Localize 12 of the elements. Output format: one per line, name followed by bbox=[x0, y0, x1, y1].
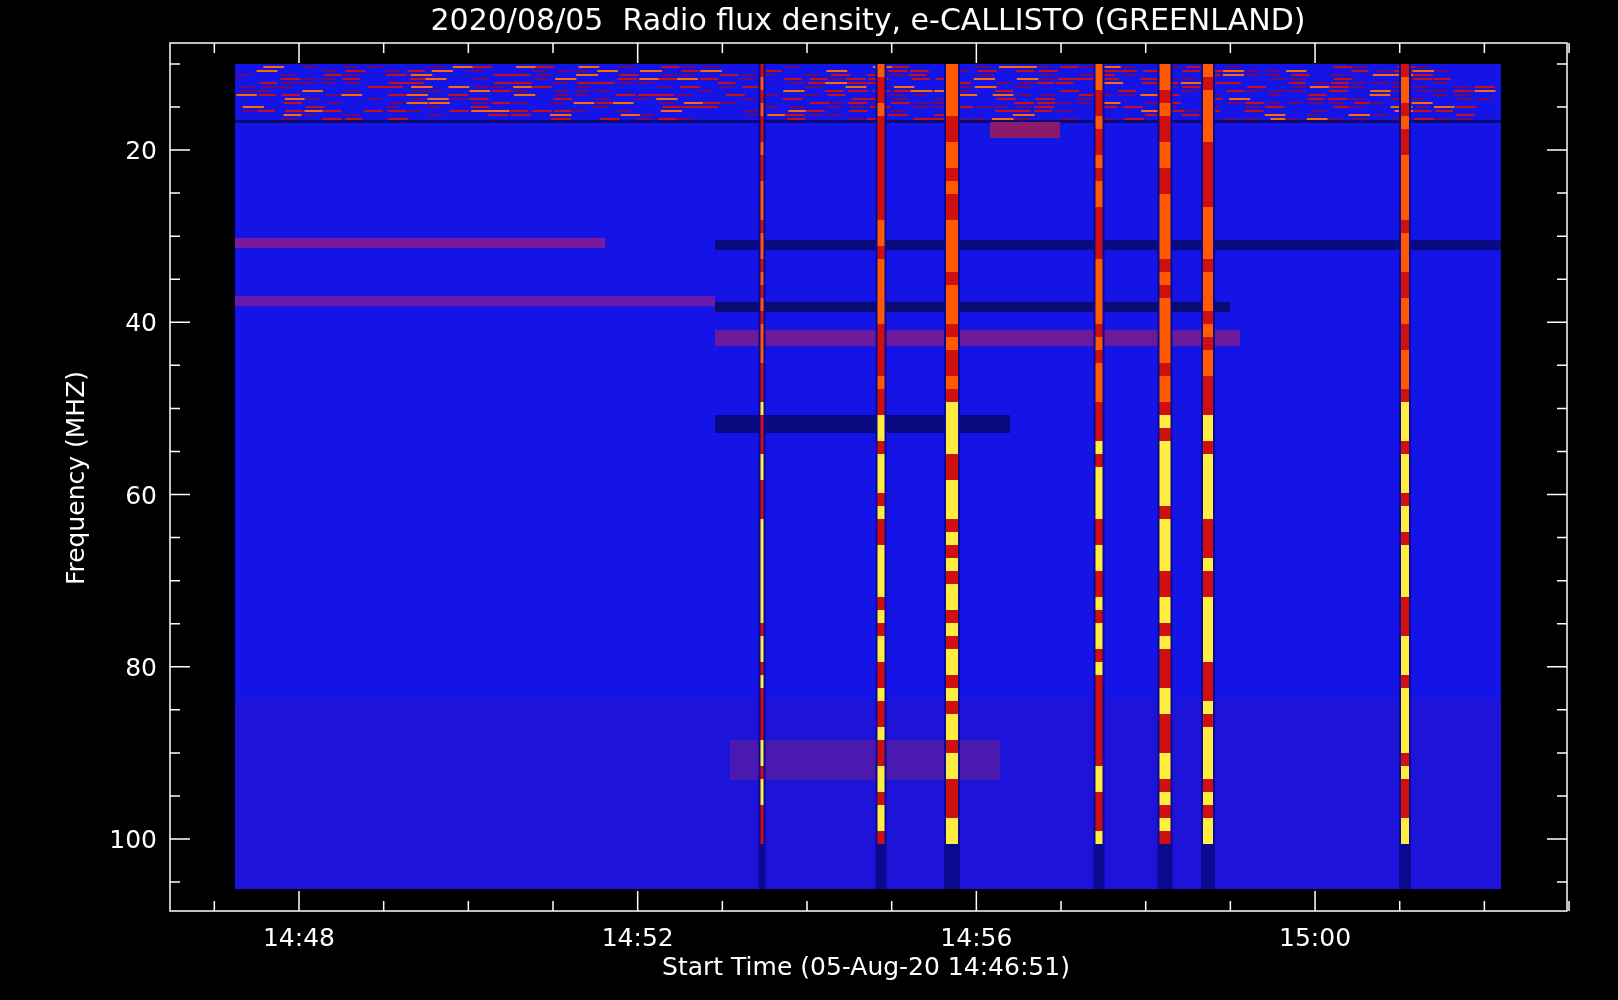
x-tick-label: 14:56 bbox=[940, 923, 1013, 952]
y-tick-label: 80 bbox=[125, 652, 157, 682]
y-tick-label: 20 bbox=[125, 136, 157, 165]
chart-title: 2020/08/05 Radio flux density, e-CALLISTO (GREENLAND) bbox=[430, 2, 1306, 37]
y-tick-label: 40 bbox=[125, 308, 157, 338]
y-tick-label: 100 bbox=[109, 825, 157, 854]
x-tick-label: 14:52 bbox=[601, 923, 674, 952]
y-tick-label: 60 bbox=[125, 480, 157, 510]
x-tick-label: 14:48 bbox=[263, 923, 335, 952]
x-axis-label: Start Time (05-Aug-20 14:46:51) bbox=[662, 952, 1070, 981]
y-axis-label: Frequency (MHZ) bbox=[61, 370, 90, 586]
x-tick-label: 15:00 bbox=[1279, 923, 1352, 952]
